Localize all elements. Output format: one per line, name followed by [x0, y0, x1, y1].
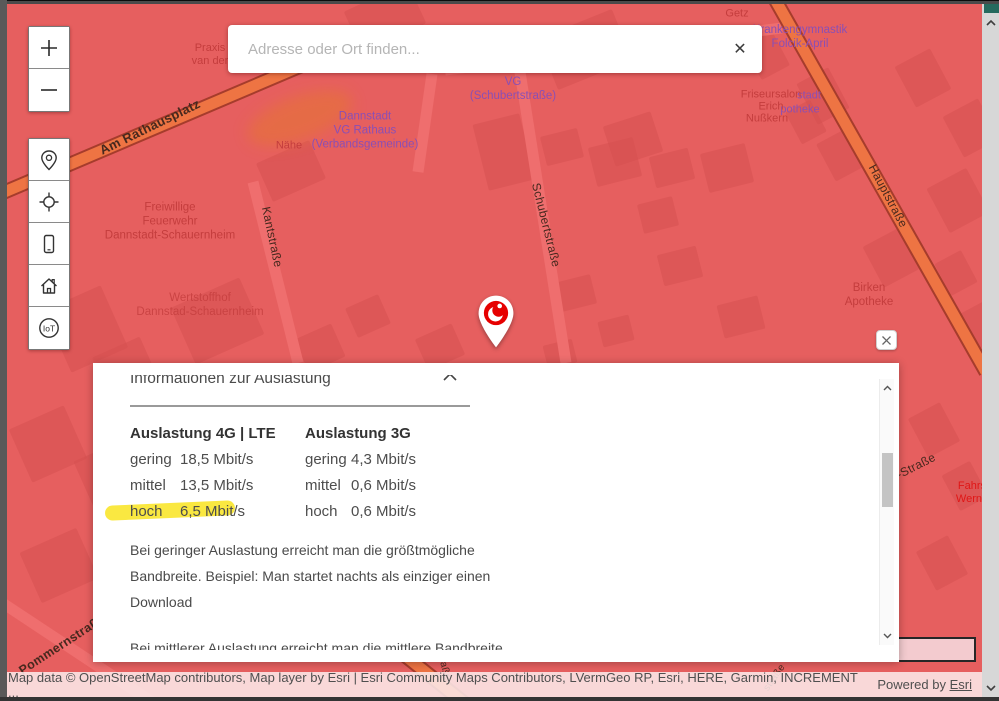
address-marker-button[interactable]: [29, 139, 69, 181]
table-row: mittel 13,5 Mbit/s: [130, 477, 254, 494]
clear-search-button[interactable]: ✕: [718, 38, 762, 60]
road: [412, 73, 438, 173]
svg-text:IoT: IoT: [43, 323, 55, 333]
search-input[interactable]: [246, 39, 718, 59]
home-internet-button[interactable]: [29, 265, 69, 307]
zoom-in-button[interactable]: [29, 27, 69, 69]
clipped-text-line: Bei mittlerer Auslastung erreicht man di…: [130, 640, 503, 650]
explanation-text: Bei geringer Auslastung erreicht man die…: [130, 542, 491, 610]
partially-visible-button[interactable]: [896, 637, 976, 662]
map-attribution-bar: Map data © OpenStreetMap contributors, M…: [0, 669, 982, 700]
building: [649, 148, 695, 188]
search-bar: ✕: [228, 25, 762, 73]
vodafone-location-marker: [477, 294, 515, 350]
crosshair-icon: [39, 192, 59, 211]
panel-scrollbar[interactable]: [879, 379, 894, 645]
table-row: hoch 6,5 Mbit/s: [130, 503, 246, 520]
window-top-edge: [0, 0, 999, 4]
iot-icon: IoT: [39, 318, 59, 338]
close-icon: [882, 335, 891, 345]
building: [716, 295, 766, 339]
powered-by: Powered by Esri: [877, 677, 972, 692]
scroll-up-arrow[interactable]: [880, 381, 895, 395]
chevron-up-icon: [883, 385, 892, 391]
page-scroll-down[interactable]: [982, 680, 999, 696]
building: [20, 528, 98, 603]
building: [345, 294, 391, 338]
chevron-up-icon: [443, 375, 457, 381]
panel-title-row: Informationen zur Auslastung: [130, 375, 331, 392]
panel-close-button[interactable]: [876, 330, 897, 350]
building: [597, 314, 635, 348]
zoom-out-button[interactable]: [29, 69, 69, 111]
scroll-down-arrow[interactable]: [880, 629, 895, 643]
chevron-down-icon: [883, 633, 892, 639]
page-scrollbar[interactable]: [982, 0, 999, 701]
coverage-map-app: Am Rathausplatz Kantstraße Schubertstraße H…: [0, 0, 999, 701]
chevron-down-icon: [985, 684, 996, 691]
table-3g: Auslastung 3G gering 4,3 Mbit/s mittel 0,6…: [305, 421, 416, 525]
title-divider: [130, 405, 470, 407]
minus-icon: [41, 89, 57, 91]
building: [700, 143, 754, 193]
building: [256, 140, 326, 202]
table-row: gering 4,3 Mbit/s: [305, 451, 417, 468]
road: [514, 71, 572, 364]
building: [9, 405, 87, 483]
building: [171, 278, 264, 364]
table-3g-header: Auslastung 3G: [305, 425, 411, 442]
house-icon: [41, 277, 57, 294]
table-row: hoch 0,6 Mbit/s: [305, 503, 417, 520]
table-row: mittel 0,6 Mbit/s: [305, 477, 417, 494]
info-panel: Informationen zur Auslastung Auslastung …: [93, 363, 899, 662]
table-4g: Auslastung 4G | LTE gering 18,5 Mbit/s mi…: [130, 421, 276, 525]
scrollbar-thumb[interactable]: [882, 453, 893, 507]
window-left-edge: [0, 0, 7, 701]
building: [588, 137, 642, 187]
mobile-network-button[interactable]: [29, 223, 69, 265]
building: [916, 535, 968, 591]
building: [540, 128, 584, 166]
building: [657, 246, 703, 286]
close-icon: ✕: [733, 41, 747, 58]
building: [927, 168, 989, 233]
collapse-panel-button[interactable]: [441, 375, 461, 388]
table-row: gering 18,5 Mbit/s: [130, 451, 254, 468]
table-4g-header: Auslastung 4G | LTE: [130, 425, 276, 442]
chevron-up-icon: [985, 19, 996, 26]
building: [908, 402, 960, 458]
building: [895, 49, 951, 107]
map-pin-icon: [41, 149, 57, 170]
map-tools: IoT: [28, 138, 70, 350]
zoom-controls: [28, 26, 70, 112]
building: [637, 196, 679, 234]
smartphone-icon: [43, 234, 55, 253]
attribution-text: Map data © OpenStreetMap contributors, M…: [8, 669, 858, 700]
esri-link[interactable]: Esri: [950, 677, 972, 692]
page-scroll-up[interactable]: [982, 14, 999, 30]
panel-title: Informationen zur Auslastung: [130, 375, 331, 387]
window-bottom-edge: [0, 697, 999, 701]
my-location-button[interactable]: [29, 181, 69, 223]
iot-coverage-button[interactable]: IoT: [29, 307, 69, 349]
plus-icon: [41, 39, 57, 56]
